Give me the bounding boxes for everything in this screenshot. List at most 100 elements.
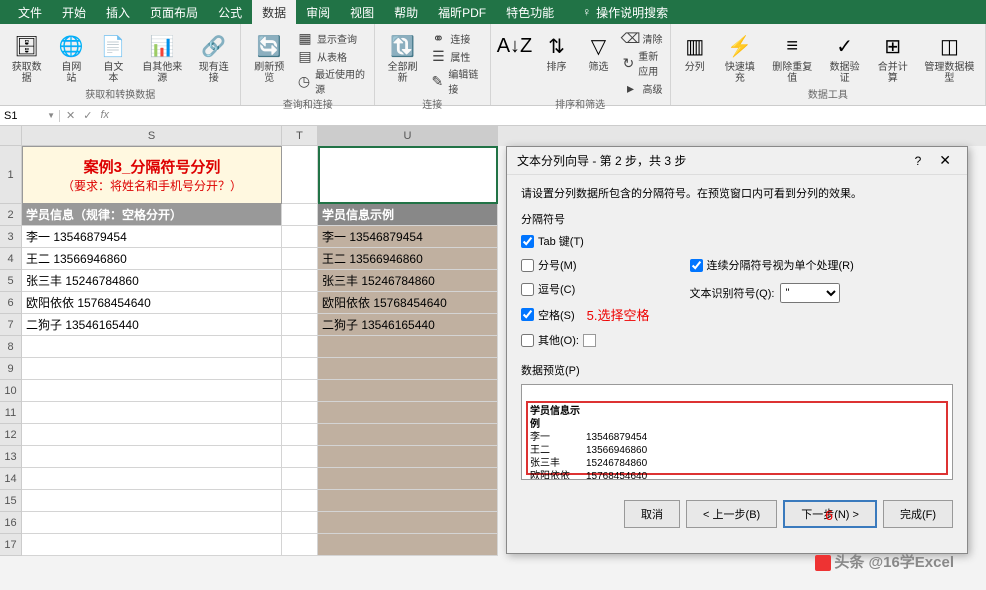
close-icon[interactable]: ✕ [933,152,957,169]
tab-help[interactable]: 帮助 [384,0,428,25]
col-header-u[interactable]: U [318,126,498,146]
col-header-t[interactable]: T [282,126,318,146]
remove-dup-button[interactable]: ≡删除重复值 [767,26,818,84]
from-text-button[interactable]: 📄自文本 [95,26,131,84]
space-checkbox[interactable]: 空格(S)5.选择空格 [521,305,650,324]
cell[interactable] [318,424,498,446]
cell[interactable] [318,512,498,534]
tab-formulas[interactable]: 公式 [208,0,252,25]
row-header[interactable]: 8 [0,336,22,358]
header-cell[interactable]: 学员信息（规律：空格分开） [22,204,282,226]
cell[interactable] [318,380,498,402]
show-queries-button[interactable]: ▦显示查询 [297,30,368,46]
sort-button[interactable]: ⇅排序 [539,26,575,73]
row-header[interactable]: 17 [0,534,22,556]
cell[interactable] [282,204,318,226]
selected-cell[interactable] [318,146,498,204]
finish-button[interactable]: 完成(F) [883,500,953,528]
cell[interactable] [282,358,318,380]
cell[interactable] [318,402,498,424]
other-checkbox[interactable]: 其他(O): [521,332,650,348]
title-cell[interactable]: 案例3_分隔符号分列 （要求：将姓名和手机号分开？） [22,146,282,204]
row-header[interactable]: 7 [0,314,22,336]
row-header[interactable]: 14 [0,468,22,490]
cell[interactable] [318,468,498,490]
text-to-columns-button[interactable]: ▥分列 [677,26,713,73]
recent-sources-button[interactable]: ◷最近使用的源 [297,66,368,96]
filter-button[interactable]: ▽筛选 [581,26,617,73]
select-all-corner[interactable] [0,126,22,146]
cell[interactable] [282,490,318,512]
row-header[interactable]: 15 [0,490,22,512]
dropdown-icon[interactable]: ▼ [47,111,55,120]
cell[interactable] [318,490,498,512]
name-box[interactable]: S1▼ [0,110,60,122]
cell[interactable] [318,534,498,556]
cell[interactable] [282,534,318,556]
enter-formula-icon[interactable]: ✓ [83,109,92,122]
row-header[interactable]: 10 [0,380,22,402]
advanced-button[interactable]: ▸高级 [623,80,664,96]
cell[interactable] [22,380,282,402]
tab-home[interactable]: 开始 [52,0,96,25]
other-delimiter-input[interactable] [583,334,596,347]
tab-checkbox[interactable]: Tab 键(T) [521,233,650,249]
fx-icon[interactable]: fx [100,109,109,122]
comma-checkbox[interactable]: 逗号(C) [521,281,650,297]
data-cell[interactable]: 张三丰 15246784860 [318,270,498,292]
data-cell[interactable]: 王二 13566946860 [22,248,282,270]
cell[interactable] [282,402,318,424]
edit-links-button[interactable]: ✎编辑链接 [430,66,483,96]
cell[interactable] [22,512,282,534]
sort-az-button[interactable]: A↓Z [497,26,533,60]
cell[interactable] [282,146,318,204]
row-header[interactable]: 3 [0,226,22,248]
cell[interactable] [22,534,282,556]
row-header[interactable]: 6 [0,292,22,314]
data-cell[interactable]: 李一 13546879454 [22,226,282,248]
dialog-titlebar[interactable]: 文本分列向导 - 第 2 步，共 3 步 ? ✕ [507,147,967,175]
text-qualifier-select[interactable]: " [780,283,840,303]
from-web-button[interactable]: 🌐自网站 [53,26,89,84]
tab-features[interactable]: 特色功能 [496,0,564,25]
row-header[interactable]: 13 [0,446,22,468]
tab-insert[interactable]: 插入 [96,0,140,25]
tab-review[interactable]: 审阅 [296,0,340,25]
cell[interactable] [318,336,498,358]
row-header[interactable]: 12 [0,424,22,446]
cell[interactable] [282,336,318,358]
cell[interactable] [318,446,498,468]
cell[interactable] [282,314,318,336]
cell[interactable] [22,336,282,358]
tab-layout[interactable]: 页面布局 [140,0,208,25]
cell[interactable] [22,402,282,424]
cancel-formula-icon[interactable]: ✕ [66,109,75,122]
cell[interactable] [22,358,282,380]
cell[interactable] [282,424,318,446]
clear-filter-button[interactable]: ⌫清除 [623,30,664,46]
tab-foxitpdf[interactable]: 福昕PDF [428,0,496,25]
data-cell[interactable]: 欧阳依依 15768454640 [22,292,282,314]
from-table-button[interactable]: ▤从表格 [297,48,368,64]
consolidate-button[interactable]: ⊞合并计算 [872,26,914,84]
cell[interactable] [22,490,282,512]
tell-me[interactable]: 操作说明搜索 [596,4,668,21]
data-cell[interactable]: 李一 13546879454 [318,226,498,248]
semicolon-checkbox[interactable]: 分号(M) [521,257,650,273]
refresh-preview-button[interactable]: 🔄刷新预览 [247,26,291,84]
data-cell[interactable]: 二狗子 13546165440 [318,314,498,336]
from-other-button[interactable]: 📊自其他来源 [137,26,187,84]
col-header-s[interactable]: S [22,126,282,146]
data-model-button[interactable]: ◫管理数据模型 [920,26,979,84]
cell[interactable] [282,226,318,248]
row-header[interactable]: 16 [0,512,22,534]
cell[interactable] [282,248,318,270]
cell[interactable] [22,424,282,446]
help-icon[interactable]: ? [915,154,922,168]
tab-file[interactable]: 文件 [8,0,52,25]
get-data-button[interactable]: 🗄获取数据 [6,26,47,84]
connections-button[interactable]: ⚭连接 [430,30,483,46]
data-cell[interactable]: 王二 13566946860 [318,248,498,270]
tab-view[interactable]: 视图 [340,0,384,25]
cell[interactable] [282,468,318,490]
